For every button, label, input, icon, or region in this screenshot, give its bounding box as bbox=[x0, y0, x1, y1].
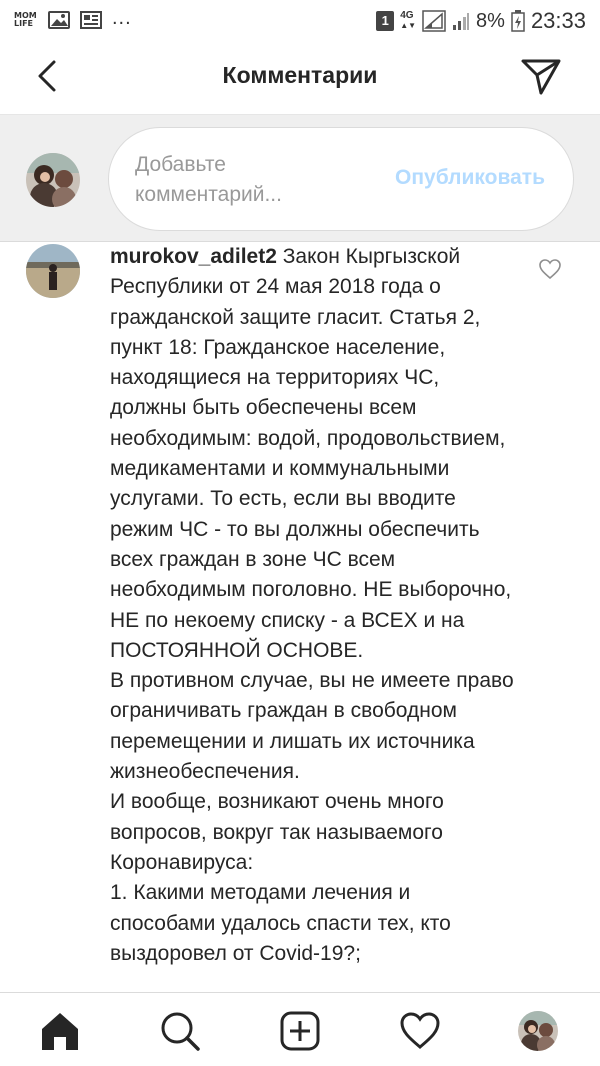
profile-avatar[interactable] bbox=[516, 1009, 560, 1053]
publish-button[interactable]: Опубликовать bbox=[395, 166, 545, 190]
battery-charging-icon bbox=[511, 10, 525, 32]
signal-icon bbox=[422, 10, 446, 32]
commenter-avatar[interactable] bbox=[26, 244, 80, 298]
activity-heart-icon[interactable] bbox=[398, 1009, 442, 1053]
comment-text: Закон Кыргызской Республики от 24 мая 20… bbox=[110, 245, 514, 965]
home-icon[interactable] bbox=[38, 1009, 82, 1053]
comment-composer: Опубликовать bbox=[0, 114, 600, 242]
more-notifications: ... bbox=[112, 6, 132, 29]
top-bar: Комментарии bbox=[0, 40, 600, 114]
direct-share-icon[interactable] bbox=[520, 56, 562, 96]
new-post-icon[interactable] bbox=[278, 1009, 322, 1053]
comment-input[interactable] bbox=[135, 150, 365, 214]
battery-percent: 8% bbox=[476, 9, 505, 32]
gallery-icon bbox=[48, 11, 70, 29]
comment-input-box: Опубликовать bbox=[108, 127, 574, 231]
mom-life-logo: MOM LIFE bbox=[14, 11, 37, 28]
current-user-avatar[interactable] bbox=[26, 153, 80, 207]
page-title: Комментарии bbox=[222, 62, 378, 88]
sim-slot-badge: 1 bbox=[376, 11, 395, 31]
comment-text-block: murokov_adilet2 Закон Кыргызской Республ… bbox=[110, 242, 520, 969]
search-icon[interactable] bbox=[158, 1009, 202, 1053]
status-bar: MOM LIFE ... 1 4G ▲▼ 8% 23:33 bbox=[0, 0, 600, 40]
signal-icon-2 bbox=[453, 13, 470, 30]
bottom-navigation bbox=[0, 992, 600, 1066]
news-icon bbox=[80, 11, 102, 29]
clock: 23:33 bbox=[530, 8, 586, 33]
profile-avatar-image bbox=[518, 1011, 558, 1051]
comment-item: murokov_adilet2 Закон Кыргызской Республ… bbox=[0, 242, 600, 990]
comment-username[interactable]: murokov_adilet2 bbox=[110, 245, 277, 268]
network-type: 4G ▲▼ bbox=[400, 10, 417, 31]
status-system: 1 4G ▲▼ 8% 23:33 bbox=[376, 8, 586, 34]
heart-outline-icon[interactable] bbox=[538, 258, 562, 280]
status-notifications: MOM LIFE ... bbox=[14, 6, 132, 30]
